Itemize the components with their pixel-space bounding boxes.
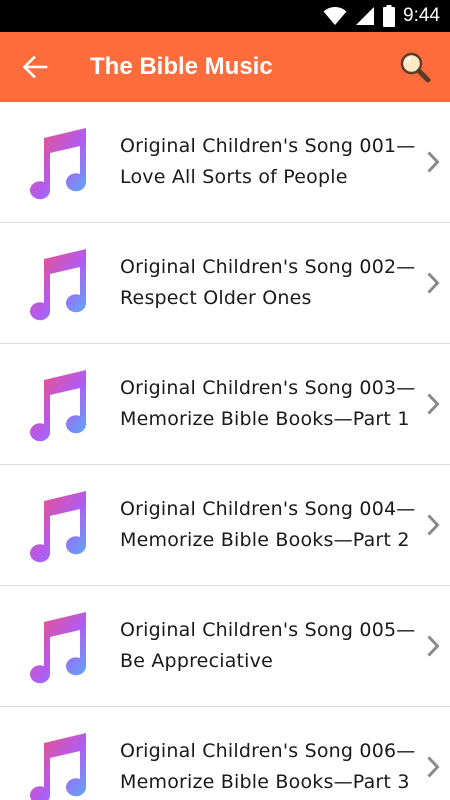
app-bar: The Bible Music: [0, 32, 450, 102]
wifi-icon: [323, 7, 347, 25]
chevron-right-icon: [427, 514, 440, 536]
status-time: 9:44: [403, 5, 440, 26]
status-bar: 9:44: [0, 0, 450, 32]
signal-icon: [356, 7, 375, 25]
chevron-right-icon: [427, 756, 440, 778]
battery-icon: [383, 5, 396, 27]
list-item[interactable]: Original Children's Song 004—Memorize Bi…: [0, 465, 450, 586]
music-note-icon: [30, 128, 87, 200]
song-title: Original Children's Song 002—Respect Old…: [120, 256, 416, 309]
chevron-right-icon: [427, 272, 440, 294]
song-title: Original Children's Song 006—Memorize Bi…: [120, 740, 416, 793]
list-item[interactable]: Original Children's Song 005—Be Apprecia…: [0, 586, 450, 707]
song-list: Original Children's Song 001—Love All So…: [0, 102, 450, 800]
song-title: Original Children's Song 003—Memorize Bi…: [120, 377, 416, 430]
list-item[interactable]: Original Children's Song 002—Respect Old…: [0, 223, 450, 344]
list-item[interactable]: Original Children's Song 001—Love All So…: [0, 102, 450, 223]
music-note-icon: [30, 491, 87, 563]
status-icons: 9:44: [323, 0, 440, 32]
page-title: The Bible Music: [90, 53, 273, 80]
music-note-icon: [30, 612, 87, 684]
search-button[interactable]: [396, 48, 434, 86]
music-note-icon: [30, 733, 87, 800]
music-note-icon: [30, 249, 87, 321]
song-title: Original Children's Song 004—Memorize Bi…: [120, 498, 416, 551]
list-item[interactable]: Original Children's Song 006—Memorize Bi…: [0, 707, 450, 800]
music-note-icon: [30, 370, 87, 442]
chevron-right-icon: [427, 393, 440, 415]
arrow-left-icon: [22, 55, 48, 79]
search-icon: [400, 52, 431, 83]
chevron-right-icon: [427, 151, 440, 173]
song-title: Original Children's Song 001—Love All So…: [120, 135, 416, 188]
back-button[interactable]: [18, 50, 52, 84]
song-title: Original Children's Song 005—Be Apprecia…: [120, 619, 416, 672]
chevron-right-icon: [427, 635, 440, 657]
list-item[interactable]: Original Children's Song 003—Memorize Bi…: [0, 344, 450, 465]
